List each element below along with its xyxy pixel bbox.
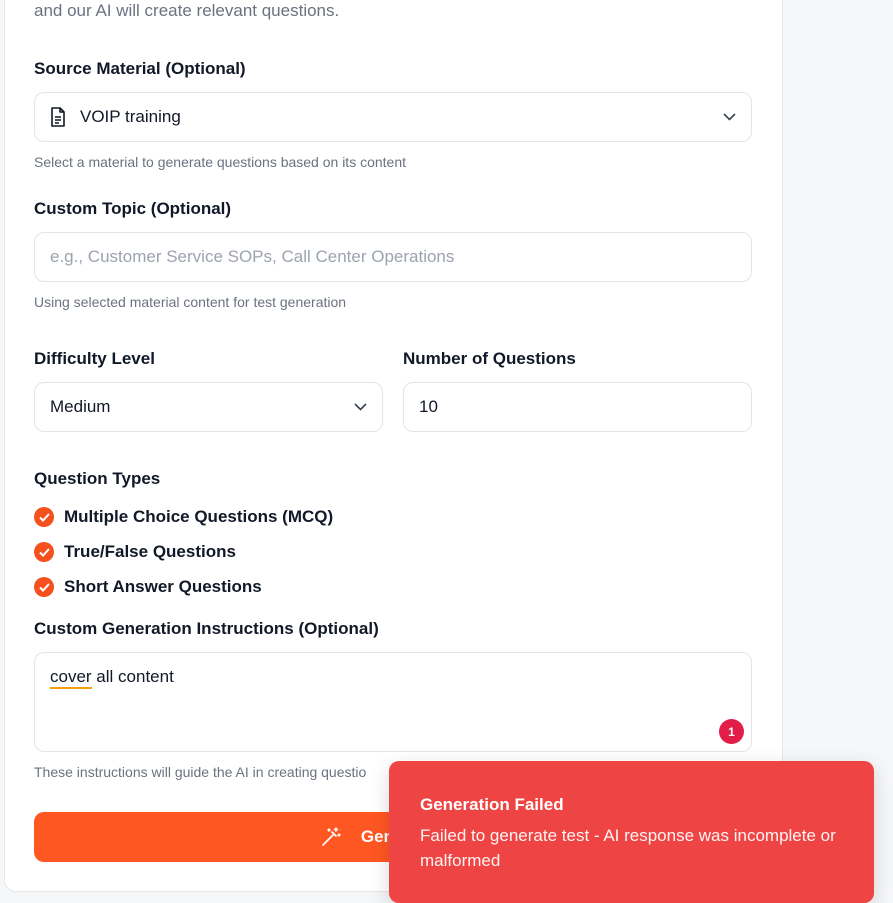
chevron-down-icon [353, 400, 367, 414]
question-type-mcq[interactable]: Multiple Choice Questions (MCQ) [34, 507, 333, 527]
question-type-label: Short Answer Questions [64, 577, 262, 596]
chevron-down-icon [722, 110, 736, 124]
magic-wand-icon [321, 827, 341, 847]
misspelled-word: cover [50, 667, 92, 689]
source-material-hint: Select a material to generate questions … [34, 154, 407, 170]
difficulty-value: Medium [50, 397, 111, 416]
number-of-questions-value: 10 [419, 397, 438, 416]
instructions-text: all content [91, 667, 174, 686]
toast-message: Failed to generate test - AI response wa… [420, 826, 836, 870]
source-material-value: VOIP training [80, 107, 181, 126]
intro-text: and our AI will create relevant question… [34, 1, 340, 20]
source-material-label: Source Material (Optional) [34, 59, 246, 78]
custom-instructions-hint: These instructions will guide the AI in … [34, 764, 367, 780]
custom-topic-input[interactable]: e.g., Customer Service SOPs, Call Center… [34, 232, 752, 282]
question-type-label: Multiple Choice Questions (MCQ) [64, 507, 334, 526]
custom-topic-label: Custom Topic (Optional) [34, 199, 232, 218]
difficulty-label: Difficulty Level [34, 349, 155, 368]
toast-title: Generation Failed [420, 795, 564, 814]
document-icon [50, 107, 68, 127]
number-of-questions-label: Number of Questions [403, 349, 576, 368]
custom-topic-hint: Using selected material content for test… [34, 294, 347, 310]
custom-topic-placeholder: e.g., Customer Service SOPs, Call Center… [50, 247, 455, 266]
difficulty-select[interactable]: Medium [34, 382, 383, 432]
custom-instructions-label: Custom Generation Instructions (Optional… [34, 619, 379, 638]
custom-instructions-textarea[interactable]: cover all content [34, 652, 752, 752]
question-type-short-answer[interactable]: Short Answer Questions [34, 577, 262, 597]
source-material-select[interactable]: VOIP training [34, 92, 752, 142]
error-toast[interactable]: Generation Failed Failed to generate tes… [389, 761, 874, 903]
checkbox-checked-icon[interactable] [34, 577, 54, 597]
checkbox-checked-icon[interactable] [34, 507, 54, 527]
question-type-true-false[interactable]: True/False Questions [34, 542, 236, 562]
number-of-questions-input[interactable]: 10 [403, 382, 752, 432]
checkbox-checked-icon[interactable] [34, 542, 54, 562]
question-types-label: Question Types [34, 469, 161, 488]
question-type-label: True/False Questions [64, 542, 236, 561]
grammar-badge[interactable]: 1 [719, 719, 744, 744]
